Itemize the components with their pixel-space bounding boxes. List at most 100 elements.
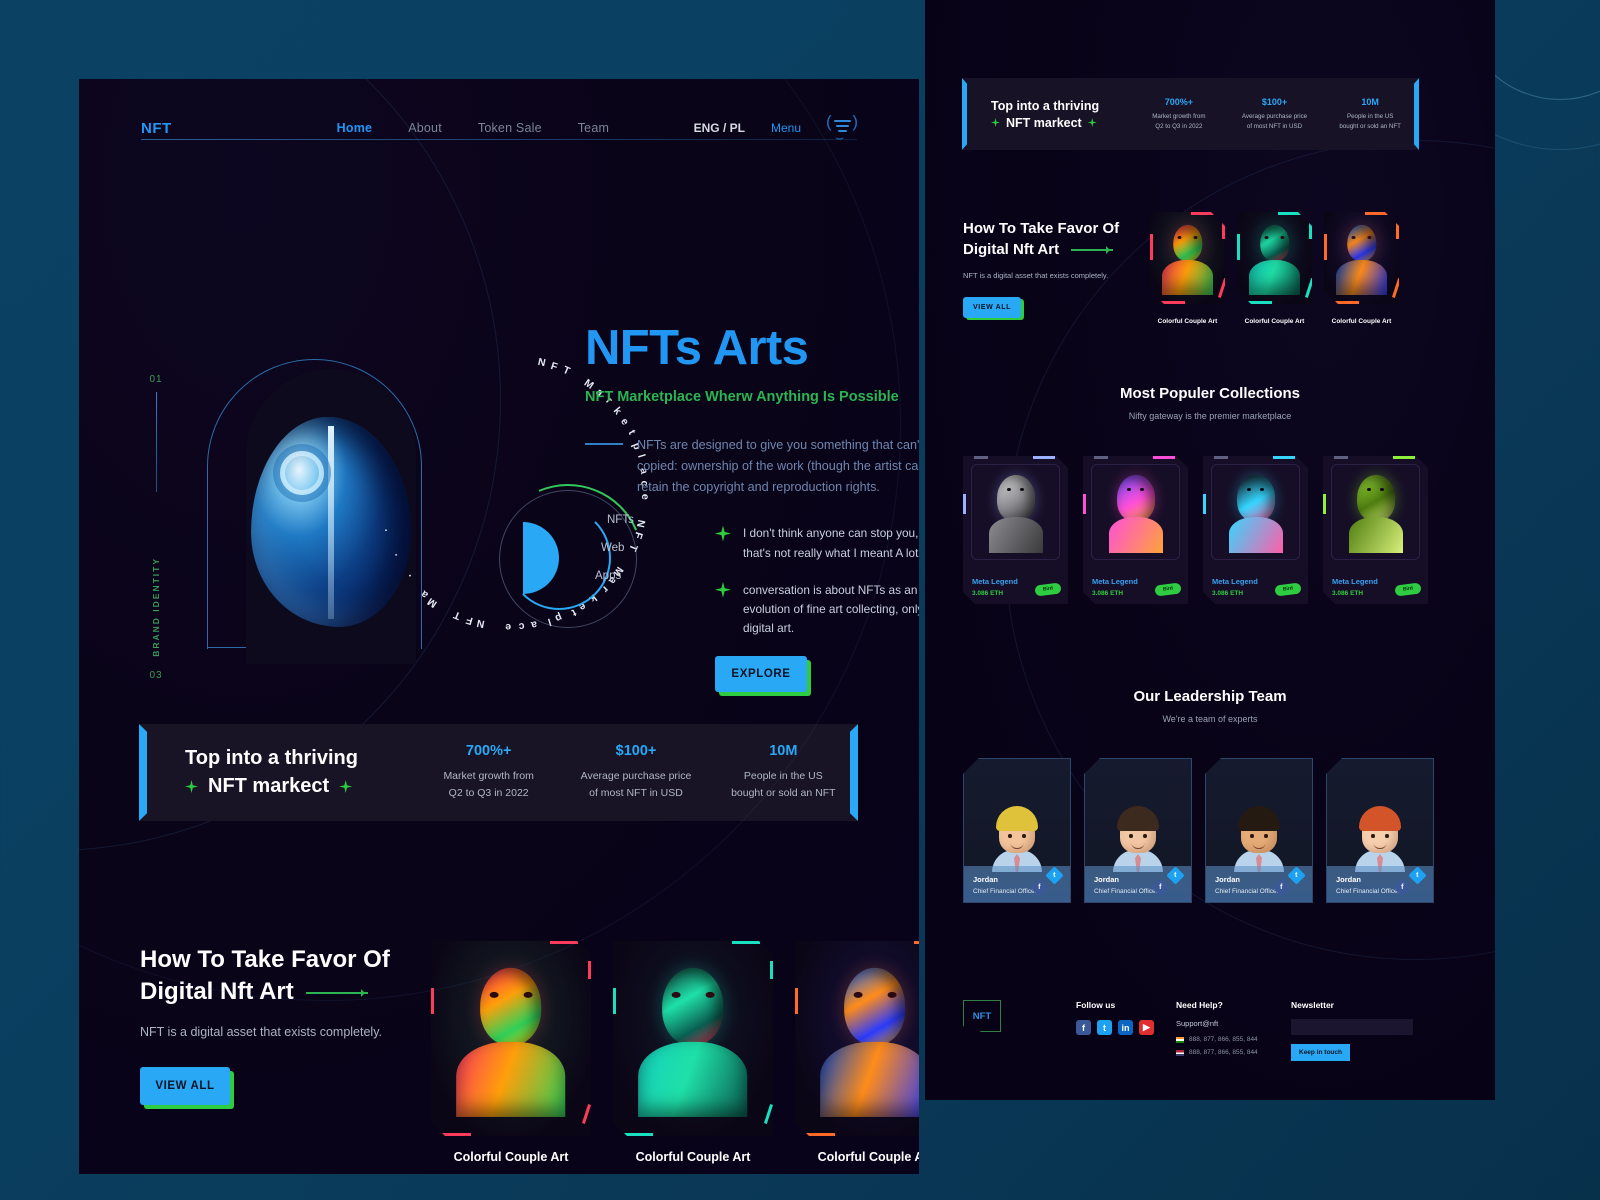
stat-desc-2-line1: Average purchase price [1241,112,1308,120]
nav-link-team[interactable]: Team [578,121,609,135]
twitter-icon[interactable]: t [1097,1020,1112,1035]
stat-item-3: 10M People in the US bought or sold an N… [1322,97,1418,131]
stat-item-3: 10M People in the US bought or sold an N… [710,743,857,802]
stat-desc-1-line2: Q2 to Q3 in 2022 [1155,122,1203,130]
corner-mark [1329,301,1359,304]
arrow-right-icon [305,989,368,996]
nav-link-token-sale[interactable]: Token Sale [478,121,542,135]
collection-card-art [1211,464,1300,560]
stat-item-2: $100+ Average purchase price of most NFT… [1227,97,1323,131]
support-email[interactable]: Support@nft [1176,1019,1281,1028]
collection-card[interactable]: Meta Legend 3.086 ETH Bird [1323,456,1428,604]
explore-button[interactable]: EXPLORE [715,656,807,693]
collection-card-art [971,464,1060,560]
menu-label[interactable]: Menu [771,121,801,135]
keep-in-touch-button[interactable]: Keep in touch [1291,1043,1350,1061]
corner-mark [1278,212,1306,215]
favor-card[interactable]: Colorful Couple Art [431,941,591,1164]
corner-mark [1323,494,1326,514]
circular-text-char: a [530,618,539,632]
language-switcher[interactable]: ENG / PL [694,121,745,135]
youtube-icon[interactable]: ▶ [1139,1020,1154,1035]
stat-desc-3-line2: bought or sold an NFT [1339,122,1401,130]
collection-card-badge[interactable]: Bird [1154,582,1181,596]
circular-text-char: F [631,530,645,541]
favor-card[interactable]: Colorful Couple Art [795,941,919,1164]
favor-card[interactable]: Colorful Couple Art [613,941,773,1164]
favor-card-caption: Colorful Couple Art [1244,318,1305,325]
favor-card-caption: Colorful Couple Art [635,1150,751,1164]
circular-text-char: T [561,364,572,378]
team-member-name: Jordan [1336,875,1362,884]
facebook-icon[interactable]: f [1076,1020,1091,1035]
circular-text-char: a [636,466,650,475]
favor-card[interactable]: Colorful Couple Art [1324,212,1399,325]
social-icons-row: f t in ▶ [1076,1020,1166,1035]
collection-card-badge[interactable]: Bird [1274,582,1301,596]
mark-line [155,392,157,492]
collection-card[interactable]: Meta Legend 3.086 ETH Bird [1083,456,1188,604]
avatar [1233,806,1285,872]
circular-text-char: T [626,542,640,554]
corner-mark [1033,456,1055,459]
hero-bullet-text-2: conversation is about NFTs as an evoluti… [743,582,919,635]
hero-copy: NFTs Arts NFT Marketplace Wherw Anything… [585,324,919,697]
circular-text-char: p [553,611,565,625]
explore-button-wrap: EXPLORE [715,656,811,697]
stats-title-line1: Top into a thriving [991,98,1100,113]
newsletter-heading: Newsletter [1291,1000,1334,1010]
view-all-button[interactable]: VIEW ALL [140,1066,230,1105]
team-card[interactable]: Jordan Chief Financial Officer t f [1084,758,1192,903]
stat-desc-1-line1: Market growth from [443,770,534,783]
corner-mark [1214,456,1228,459]
team-card[interactable]: Jordan Chief Financial Officer t f [963,758,1071,903]
team-card[interactable]: Jordan Chief Financial Officer t f [1326,758,1434,903]
favor-title-line1: How To Take Favor Of [140,946,390,973]
stat-desc-3: People in the US bought or sold an NFT [710,768,857,802]
team-subtitle: We're a team of experts [1162,714,1258,724]
nav-link-about[interactable]: About [408,121,442,135]
stats-title-line2-text: NFT markect [1006,115,1082,130]
radial-dial-graphic: NFTs Web Apps [470,461,719,657]
favor-card[interactable]: Colorful Couple Art [1237,212,1312,325]
corner-mark [1191,212,1219,215]
button-shadow [719,660,811,697]
phone-number-2[interactable]: 888, 877, 866, 855, 844 [1189,1049,1258,1056]
circular-text-char: F [549,359,560,373]
favor-card[interactable]: Colorful Couple Art [1150,212,1225,325]
phone-number-1[interactable]: 888, 877, 866, 855, 844 [1189,1036,1258,1043]
favor-title-line2-row: Digital Nft Art [140,976,390,1008]
brand-logo[interactable]: NFT [141,120,172,137]
stat-desc-3: People in the US bought or sold an NFT [1322,112,1418,131]
collection-card[interactable]: Meta Legend 3.086 ETH Bird [1203,456,1308,604]
favor-title: How To Take Favor Of Digital Nft Art [140,944,390,1009]
avatar-hair [1117,806,1159,831]
footer: NFT Follow us f t in ▶ Need Help? Support@n… [963,1000,1465,1061]
stat-desc-1: Market growth from Q2 to Q3 in 2022 [1131,112,1227,131]
corner-mark [1094,456,1108,459]
stat-value-3: 10M [1361,96,1379,107]
team-card[interactable]: Jordan Chief Financial Officer t f [1205,758,1313,903]
corner-mark [1273,456,1295,459]
circular-text-char: r [603,395,615,407]
arrow-right-icon [1071,246,1114,253]
collection-card-badge[interactable]: Bird [1394,582,1421,596]
corner-mark [1083,494,1086,514]
corner-mark [805,1133,835,1136]
corner-mark [588,961,591,979]
collection-card-badge[interactable]: Bird [1034,582,1061,596]
collection-card[interactable]: Meta Legend 3.086 ETH Bird [963,456,1068,604]
stat-desc-1: Market growth from Q2 to Q3 in 2022 [415,768,562,802]
newsletter-input[interactable] [1291,1019,1413,1035]
footer-logo[interactable]: NFT [963,1000,1001,1032]
view-all-button[interactable]: VIEW ALL [963,297,1021,318]
collections-subtitle: Nifty gateway is the premier marketplace [1128,411,1292,421]
stat-desc-3-line1: People in the US [1346,112,1394,120]
linkedin-icon[interactable]: in [1118,1020,1133,1035]
team-member-name: Jordan [1215,875,1241,884]
favor-subtitle: NFT is a digital asset that exists compl… [140,1024,382,1039]
sparkle-icon [185,780,198,793]
team-member-role: Chief Financial Officer [1094,888,1158,895]
nav-link-home[interactable]: Home [337,121,373,135]
circular-text-char: F [464,613,474,628]
